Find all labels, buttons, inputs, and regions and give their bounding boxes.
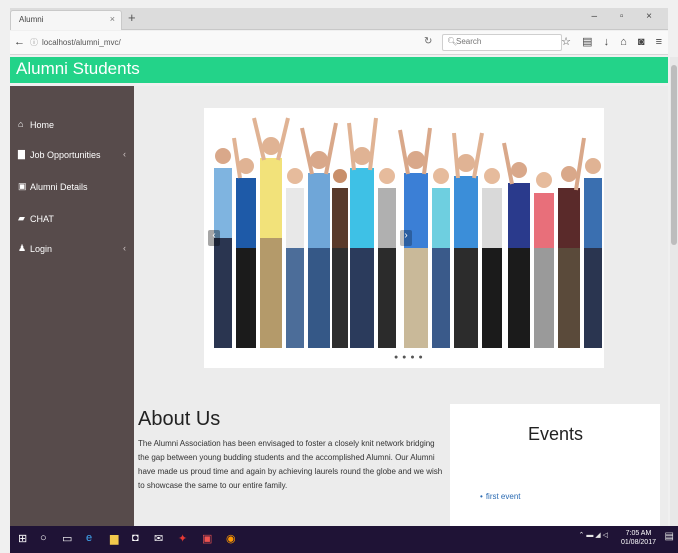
id-card-icon: ▣ [18,181,27,191]
pocket-icon[interactable]: ◙ [638,36,645,48]
sidebar-item-home[interactable]: ⌂ Home [10,116,134,136]
app-icon[interactable]: ✦ [178,532,187,545]
firefox-icon[interactable]: ◉ [226,532,236,545]
image-carousel[interactable]: ‹ › ● ● ● ● [204,108,604,368]
about-section: About Us The Alumni Association has been… [138,408,444,493]
events-heading: Events [528,424,584,444]
about-heading: About Us [138,408,221,430]
windows-start-icon[interactable]: ⊞ [18,532,27,545]
windows-taskbar: ⊞ ○ ▭ e ▆ ◘ ✉ ✦ ▣ ◉ ⌃ ▬ ◢ ◁ 7:05 AM 01/0… [10,526,678,553]
browser-toolbar: ☆ ▤ ↓ ⌂ ◙ ≡ [553,35,662,48]
clock-time: 7:05 AM [625,530,652,537]
site-header: Alumni Students [10,57,668,83]
address-bar[interactable]: localhost/alumni_mvc/ [42,38,121,47]
sidebar-item-login[interactable]: ♟ Login ‹ [10,240,134,260]
system-tray-icons[interactable]: ⌃ ▬ ◢ ◁ [579,531,608,539]
browser-tab[interactable]: Alumni × [10,10,122,30]
site-title[interactable]: Alumni Students [16,59,140,79]
sidebar-item-alumni-details[interactable]: ▣ Alumni Details [10,178,134,198]
about-body: The Alumni Association has been envisage… [138,439,443,490]
chevron-left-icon: ‹ [123,243,126,253]
home-icon[interactable]: ⌂ [620,36,627,48]
browser-nav-bar: ← ⓘ localhost/alumni_mvc/ ↻ 🔍︎ ☆ ▤ ↓ ⌂ ◙… [10,31,668,55]
folder-icon[interactable]: ▆ [110,532,118,545]
sidebar: ⌂ Home ▇ Job Opportunities ‹ ▣ Alumni De… [10,86,134,526]
carousel-next-button[interactable]: › [400,230,412,246]
home-icon: ⌂ [18,119,24,129]
event-link[interactable]: • first event [480,492,521,501]
close-window-button[interactable]: × [646,11,662,22]
briefcase-icon: ▇ [18,149,25,159]
sidebar-item-label: CHAT [30,214,54,224]
library-icon[interactable]: ▤ [582,35,592,48]
maximize-button[interactable]: ▫ [620,11,634,22]
close-tab-icon[interactable]: × [110,14,115,24]
search-icon[interactable]: ○ [40,532,47,544]
chat-icon: ▰ [18,213,25,223]
back-button[interactable]: ← [14,36,25,48]
event-title[interactable]: first event [486,492,521,501]
mail-icon[interactable]: ✉ [154,532,163,545]
site-info-icon[interactable]: ⓘ [30,37,38,48]
store-icon[interactable]: ◘ [132,532,139,544]
sidebar-item-label: Login [30,244,53,254]
sidebar-item-label: Alumni Details [30,182,88,192]
carousel-prev-button[interactable]: ‹ [208,230,220,246]
window-controls: – ▫ × [591,11,662,22]
menu-icon[interactable]: ≡ [656,36,662,48]
new-tab-button[interactable]: + [128,10,136,25]
bullet-icon: • [480,492,483,501]
clock-date: 01/08/2017 [620,539,656,546]
sidebar-item-label: Job Opportunities [30,150,101,160]
sidebar-item-chat[interactable]: ▰ CHAT [10,210,134,230]
app-icon-2[interactable]: ▣ [202,532,212,545]
sidebar-item-label: Home [30,120,55,130]
minimize-button[interactable]: – [591,11,607,22]
main-content: ‹ › ● ● ● ● About Us The Alumni Associat… [134,86,668,526]
tab-title: Alumni [19,15,44,24]
task-view-icon[interactable]: ▭ [62,532,72,545]
notification-icon[interactable]: ▤ [665,531,674,542]
page-scrollbar[interactable] [670,57,678,526]
screen: Alumni × + – ▫ × ← ⓘ localhost/alumni_mv… [0,0,678,553]
reload-button[interactable]: ↻ [424,36,432,47]
sidebar-item-job-opportunities[interactable]: ▇ Job Opportunities ‹ [10,146,134,166]
star-icon[interactable]: ☆ [561,35,571,48]
search-field[interactable]: 🔍︎ [442,34,562,51]
carousel-indicators[interactable]: ● ● ● ● [394,354,424,361]
download-icon[interactable]: ↓ [604,36,610,48]
search-input[interactable] [456,37,556,46]
events-panel: Events • first event [450,404,660,526]
chevron-left-icon: ‹ [123,149,126,159]
scrollbar-thumb[interactable] [671,65,677,245]
browser-tab-bar: Alumni × + – ▫ × [10,8,668,30]
user-icon: ♟ [18,243,27,253]
edge-icon[interactable]: e [86,532,92,544]
taskbar-clock[interactable]: 7:05 AM 01/08/2017 [621,529,656,547]
